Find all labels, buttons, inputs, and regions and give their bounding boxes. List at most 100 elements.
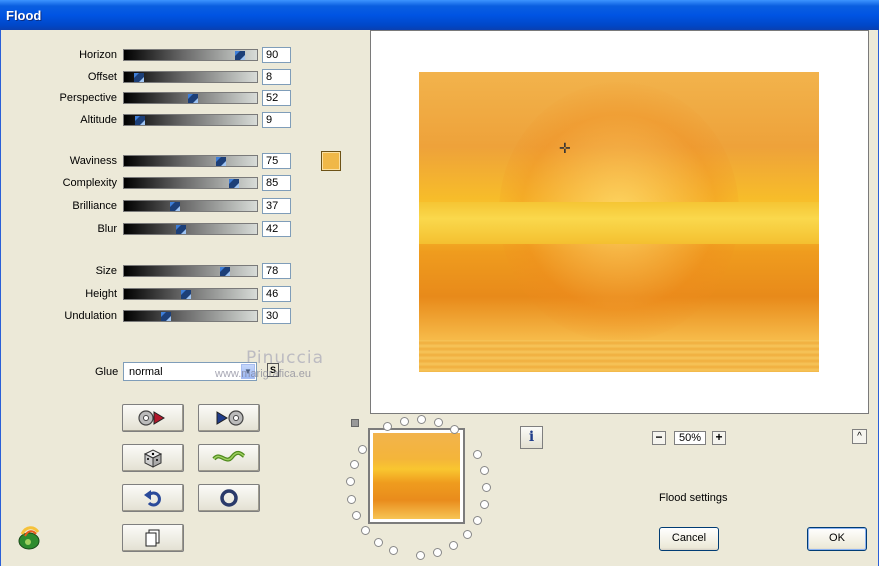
info-button[interactable]: i xyxy=(520,426,543,449)
navigator-dot[interactable] xyxy=(346,477,356,487)
slider-thumb[interactable] xyxy=(170,202,180,211)
preview-panel[interactable]: ✛ xyxy=(370,30,869,414)
slider-value-field[interactable]: 46 xyxy=(262,286,291,302)
stop-button[interactable] xyxy=(198,484,260,512)
navigator-thumbnail-image xyxy=(373,433,460,519)
slider-value-field[interactable]: 75 xyxy=(262,153,291,169)
slider-track-perspective[interactable] xyxy=(123,92,258,104)
watermark-name: Pinuccia xyxy=(246,348,324,368)
undo-icon xyxy=(144,490,161,507)
slider-label: Height xyxy=(85,288,117,300)
slider-row-horizon: Horizon 90 xyxy=(1,47,301,63)
navigator-dot[interactable] xyxy=(416,415,426,425)
ok-button[interactable]: OK xyxy=(807,527,867,551)
slider-label: Blur xyxy=(97,223,117,235)
navigator-dot[interactable] xyxy=(449,541,459,551)
slider-track-horizon[interactable] xyxy=(123,49,258,61)
slider-track-blur[interactable] xyxy=(123,223,258,235)
slider-thumb[interactable] xyxy=(235,51,245,60)
navigator-dot[interactable] xyxy=(416,550,426,560)
slider-thumb[interactable] xyxy=(135,116,145,125)
navigator-dot[interactable] xyxy=(388,546,398,556)
cancel-button[interactable]: Cancel xyxy=(659,527,719,551)
wave-icon xyxy=(212,450,246,462)
play-preset-button[interactable] xyxy=(198,404,260,432)
slider-thumb[interactable] xyxy=(229,179,239,188)
slider-thumb[interactable] xyxy=(220,267,230,276)
navigator-dot[interactable] xyxy=(433,548,443,558)
preview-horizon-band xyxy=(419,202,819,244)
slider-value-field[interactable]: 8 xyxy=(262,69,291,85)
slider-track-height[interactable] xyxy=(123,288,258,300)
navigator-dot[interactable] xyxy=(361,525,371,535)
preview-image[interactable]: ✛ xyxy=(419,72,819,372)
dialog-client: Horizon 90 Offset 8 Perspective 52 Altitude 9 Wa… xyxy=(0,30,879,566)
zoom-level: 50% xyxy=(674,431,706,445)
title-bar: Flood xyxy=(0,0,879,30)
slider-value-field[interactable]: 52 xyxy=(262,90,291,106)
slider-value-field[interactable]: 85 xyxy=(262,175,291,191)
zoom-in-button[interactable]: + xyxy=(712,431,726,445)
navigator-dot[interactable] xyxy=(352,511,362,521)
navigator-dot[interactable] xyxy=(479,466,489,476)
copy-icon xyxy=(145,529,160,547)
slider-track-offset[interactable] xyxy=(123,71,258,83)
slider-thumb[interactable] xyxy=(161,312,171,321)
navigator-dot[interactable] xyxy=(449,425,459,435)
window-title: Flood xyxy=(6,8,42,23)
slider-label: Complexity xyxy=(62,177,117,189)
slider-thumb[interactable] xyxy=(216,157,226,166)
navigator-dot[interactable] xyxy=(399,416,409,426)
navigator-dot[interactable] xyxy=(462,530,472,540)
slider-value-field[interactable]: 90 xyxy=(262,47,291,63)
reset-to-start-button[interactable] xyxy=(122,404,184,432)
undo-button[interactable] xyxy=(122,484,184,512)
slider-label: Altitude xyxy=(80,114,117,126)
glue-label: Glue xyxy=(95,366,119,378)
random-dice-icon xyxy=(143,449,163,468)
slider-thumb[interactable] xyxy=(188,94,198,103)
slider-track-waviness[interactable] xyxy=(123,155,258,167)
navigator-dot[interactable] xyxy=(473,516,483,526)
navigator-thumbnail[interactable] xyxy=(368,428,465,524)
slider-thumb[interactable] xyxy=(134,73,144,82)
navigator-dot[interactable] xyxy=(373,537,383,547)
slider-track-undulation[interactable] xyxy=(123,310,258,322)
slider-value-field[interactable]: 78 xyxy=(262,263,291,279)
status-text: Flood settings xyxy=(659,492,728,504)
crosshair-icon: ✛ xyxy=(559,140,571,156)
navigator-dot[interactable] xyxy=(481,483,491,493)
slider-thumb[interactable] xyxy=(181,290,191,299)
slider-row-height: Height 46 xyxy=(1,286,301,302)
slider-track-altitude[interactable] xyxy=(123,114,258,126)
slider-track-complexity[interactable] xyxy=(123,177,258,189)
slider-value-field[interactable]: 30 xyxy=(262,308,291,324)
expand-caret-button[interactable]: ^ xyxy=(852,429,867,444)
navigator-dot[interactable] xyxy=(357,444,367,454)
slider-track-brilliance[interactable] xyxy=(123,200,258,212)
navigator-handle[interactable] xyxy=(351,419,359,427)
color-swatch[interactable] xyxy=(321,151,341,171)
navigator-dot[interactable] xyxy=(347,494,356,504)
slider-row-offset: Offset 8 xyxy=(1,69,301,85)
slider-label: Undulation xyxy=(64,310,117,322)
stop-icon xyxy=(220,489,238,507)
randomize-button[interactable] xyxy=(122,444,184,472)
copy-button[interactable] xyxy=(122,524,184,552)
slider-thumb[interactable] xyxy=(176,225,186,234)
slider-row-complexity: Complexity 85 xyxy=(1,175,301,191)
navigator-dot[interactable] xyxy=(473,450,483,459)
slider-label: Waviness xyxy=(69,155,117,167)
slider-row-brilliance: Brilliance 37 xyxy=(1,198,301,214)
wave-button[interactable] xyxy=(198,444,260,472)
slider-label: Size xyxy=(95,265,117,277)
slider-value-field[interactable]: 42 xyxy=(262,221,291,237)
navigator-dot[interactable] xyxy=(349,460,359,470)
slider-value-field[interactable]: 37 xyxy=(262,198,291,214)
navigator-dot[interactable] xyxy=(433,418,443,427)
slider-value-field[interactable]: 9 xyxy=(262,112,291,128)
zoom-out-button[interactable]: − xyxy=(652,431,666,445)
slider-track-size[interactable] xyxy=(123,265,258,277)
watermark-url: www.marigrafica.eu xyxy=(215,368,311,380)
navigator-dot[interactable] xyxy=(479,500,489,510)
